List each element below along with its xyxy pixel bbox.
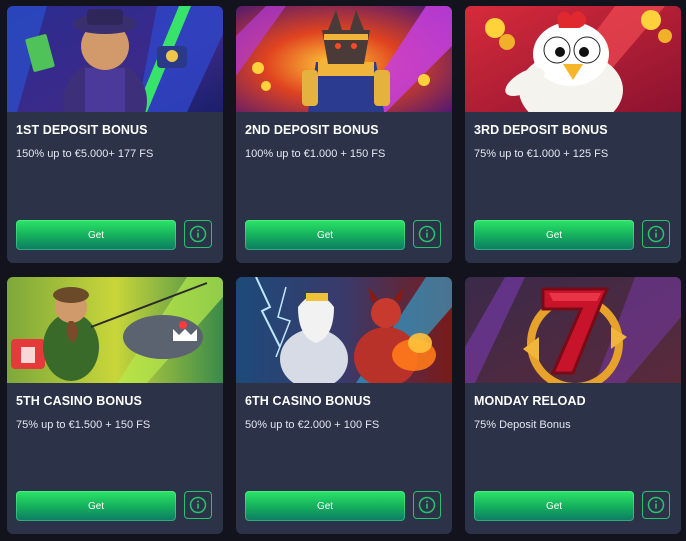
gangster-slot-art <box>7 6 223 112</box>
bonus-description: 150% up to €5.000+ 177 FS <box>16 148 154 160</box>
bonus-card-1: 1ST DEPOSIT BONUS 150% up to €5.000+ 177… <box>7 6 223 263</box>
bonus-title: 3RD DEPOSIT BONUS <box>474 123 608 137</box>
bonus-card-2: 2ND DEPOSIT BONUS 100% up to €1.000 + 15… <box>236 6 452 263</box>
bonus-card-3: 3RD DEPOSIT BONUS 75% up to €1.000 + 125… <box>465 6 681 263</box>
get-bonus-button[interactable]: Get <box>245 491 405 521</box>
info-circle-icon[interactable] <box>184 220 212 248</box>
bonus-title: 1ST DEPOSIT BONUS <box>16 123 148 137</box>
chicken-slot-art <box>465 6 681 112</box>
get-bonus-button[interactable]: Get <box>16 491 176 521</box>
info-circle-icon[interactable] <box>642 220 670 248</box>
get-bonus-button[interactable]: Get <box>474 220 634 250</box>
bonus-description: 75% up to €1.500 + 150 FS <box>16 419 151 431</box>
info-circle-icon[interactable] <box>413 491 441 519</box>
bonus-title: 5TH CASINO BONUS <box>16 394 142 408</box>
info-circle-icon[interactable] <box>413 220 441 248</box>
anubis-pharaoh-slot-art <box>236 6 452 112</box>
bonus-title: 6TH CASINO BONUS <box>245 394 371 408</box>
info-circle-icon[interactable] <box>184 491 212 519</box>
bonus-description: 50% up to €2.000 + 100 FS <box>245 419 380 431</box>
get-bonus-button[interactable]: Get <box>16 220 176 250</box>
bonus-card-6: MONDAY RELOAD 75% Deposit Bonus Get <box>465 277 681 534</box>
bonus-card-4: 5TH CASINO BONUS 75% up to €1.500 + 150 … <box>7 277 223 534</box>
bonus-card-5: 6TH CASINO BONUS 50% up to €2.000 + 100 … <box>236 277 452 534</box>
get-bonus-button[interactable]: Get <box>245 220 405 250</box>
get-bonus-button[interactable]: Get <box>474 491 634 521</box>
lucky-seven-art <box>465 277 681 383</box>
bonus-description: 75% Deposit Bonus <box>474 419 571 431</box>
bonus-description: 75% up to €1.000 + 125 FS <box>474 148 609 160</box>
zeus-vs-hades-slot-art <box>236 277 452 383</box>
bonus-description: 100% up to €1.000 + 150 FS <box>245 148 386 160</box>
fisherman-piranha-slot-art <box>7 277 223 383</box>
bonus-title: MONDAY RELOAD <box>474 394 586 408</box>
info-circle-icon[interactable] <box>642 491 670 519</box>
bonus-title: 2ND DEPOSIT BONUS <box>245 123 379 137</box>
